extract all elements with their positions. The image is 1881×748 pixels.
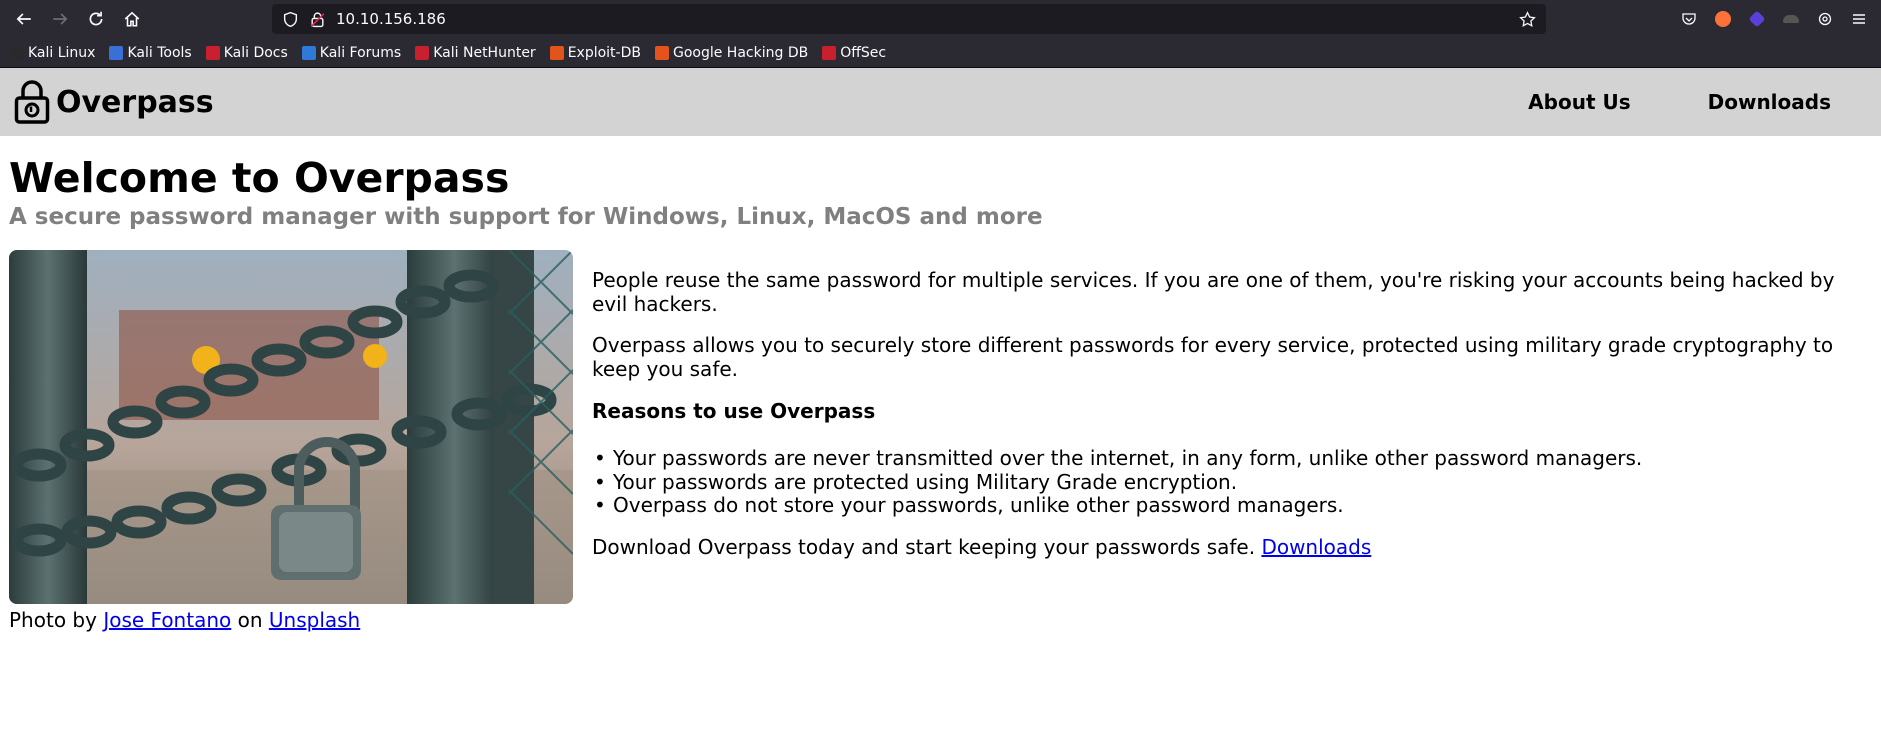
- bookmark-label: Exploit-DB: [567, 44, 641, 61]
- bookmarks-bar: Kali Linux Kali Tools Kali Docs Kali Forums…: [0, 38, 1881, 68]
- forward-button[interactable]: [44, 3, 76, 35]
- site-header: Overpass About Us Downloads: [0, 68, 1881, 136]
- arrow-left-icon: [16, 13, 31, 25]
- bookmark-favicon-icon: [822, 45, 837, 60]
- home-button[interactable]: [116, 3, 148, 35]
- extensions-gear-icon[interactable]: [1811, 5, 1839, 33]
- content-row: Photo by Jose Fontano on Unsplash People…: [9, 250, 1872, 632]
- bookmark-label: Kali Docs: [223, 44, 288, 61]
- intro-paragraph: People reuse the same password for multi…: [592, 268, 1835, 316]
- bookmark-item[interactable]: Kali Tools: [109, 44, 192, 61]
- url-bar[interactable]: 10.10.156.186: [272, 4, 1546, 34]
- list-item: Your passwords are protected using Milit…: [592, 470, 1862, 495]
- bookmark-favicon-icon: [549, 45, 564, 60]
- bookmark-item[interactable]: Kali Forums: [301, 44, 402, 61]
- insecure-lock-icon[interactable]: [309, 11, 326, 28]
- bookmark-item[interactable]: Kali NetHunter: [415, 44, 536, 61]
- back-button[interactable]: [8, 3, 40, 35]
- bookmark-label: Google Hacking DB: [672, 44, 809, 61]
- page-subtitle: A secure password manager with support f…: [9, 204, 1043, 231]
- text-column: People reuse the same password for multi…: [592, 250, 1862, 632]
- bookmark-label: Kali Tools: [127, 44, 192, 61]
- extension-hat-icon[interactable]: [1777, 5, 1805, 33]
- credit-prefix: Photo by: [9, 608, 97, 633]
- description-paragraph: Overpass allows you to securely store di…: [592, 333, 1834, 381]
- brand[interactable]: Overpass: [14, 80, 214, 124]
- shield-icon: [283, 11, 298, 27]
- list-item: Your passwords are never transmitted ove…: [592, 446, 1862, 471]
- bookmark-favicon-icon: [415, 45, 430, 60]
- bookmark-favicon-icon: [205, 45, 220, 60]
- credit-middle: on: [237, 608, 263, 633]
- pocket-icon[interactable]: [1675, 5, 1703, 33]
- nav-about-us-link[interactable]: About Us: [1528, 90, 1630, 114]
- main-nav: About Us Downloads: [1528, 68, 1831, 136]
- extension-purple-icon[interactable]: [1743, 5, 1771, 33]
- bookmark-label: Kali Linux: [28, 44, 96, 61]
- bookmark-favicon-icon: [654, 45, 669, 60]
- home-icon: [124, 11, 140, 27]
- reasons-list: Your passwords are never transmitted ove…: [592, 446, 1862, 518]
- nav-downloads-link[interactable]: Downloads: [1708, 90, 1831, 114]
- reload-icon: [89, 11, 103, 26]
- bookmark-label: Kali NetHunter: [433, 44, 536, 61]
- bookmark-label: OffSec: [840, 44, 887, 61]
- url-text[interactable]: 10.10.156.186: [336, 10, 1509, 28]
- bookmark-item[interactable]: OffSec: [822, 45, 886, 61]
- main-content: Welcome to Overpass A secure password ma…: [0, 136, 1881, 632]
- reload-button[interactable]: [80, 3, 112, 35]
- arrow-right-icon: [53, 13, 68, 25]
- cta-text: Download Overpass today and start keepin…: [592, 534, 1256, 559]
- photo-credit: Photo by Jose Fontano on Unsplash: [9, 608, 573, 632]
- cta-downloads-link[interactable]: Downloads: [1261, 535, 1371, 559]
- padlock-logo-icon: [14, 80, 50, 124]
- reasons-heading: Reasons to use Overpass: [592, 399, 876, 424]
- cta-paragraph: Download Overpass today and start keepin…: [592, 534, 1862, 560]
- bookmark-favicon-icon: [301, 45, 316, 60]
- unsplash-link[interactable]: Unsplash: [269, 608, 360, 632]
- page-title: Welcome to Overpass: [9, 154, 510, 202]
- bookmark-favicon-icon: [109, 45, 124, 60]
- menu-hamburger-icon[interactable]: [1845, 5, 1873, 33]
- browser-toolbar: 10.10.156.186: [0, 0, 1881, 38]
- star-bookmark-icon[interactable]: [1519, 10, 1536, 28]
- bookmark-label: Kali Forums: [319, 44, 402, 61]
- photo-column: Photo by Jose Fontano on Unsplash: [9, 250, 573, 632]
- bookmark-favicon-icon: [10, 45, 24, 60]
- bookmark-item[interactable]: Kali Docs: [205, 44, 288, 61]
- chained-gate-photo: [9, 250, 573, 605]
- firefox-account-icon[interactable]: [1709, 5, 1737, 33]
- brand-title: Overpass: [56, 84, 214, 120]
- bookmark-item[interactable]: Kali Linux: [10, 45, 95, 61]
- bookmark-item[interactable]: Exploit-DB: [549, 44, 641, 61]
- list-item: Overpass do not store your passwords, un…: [592, 494, 1862, 518]
- bookmark-item[interactable]: Google Hacking DB: [654, 44, 809, 61]
- author-link[interactable]: Jose Fontano: [103, 608, 231, 632]
